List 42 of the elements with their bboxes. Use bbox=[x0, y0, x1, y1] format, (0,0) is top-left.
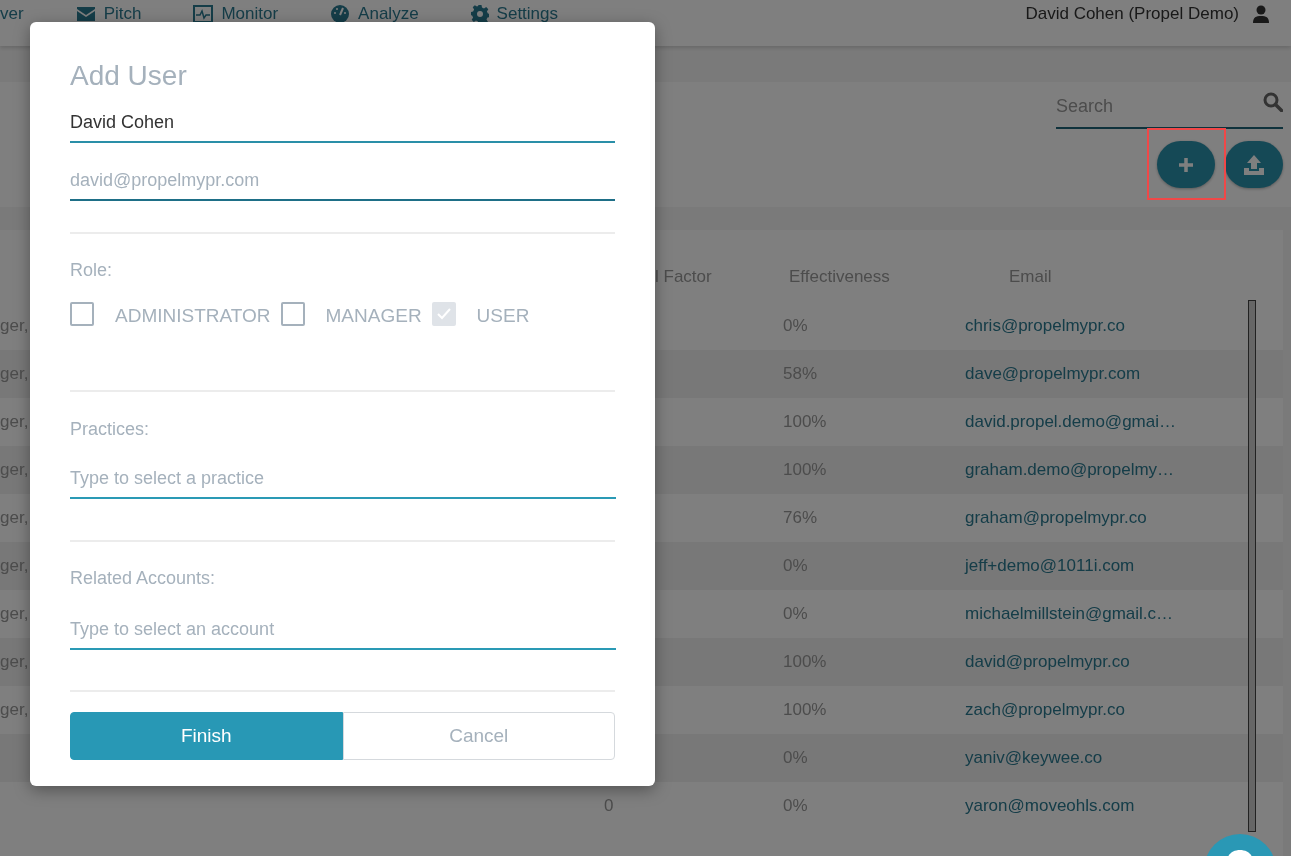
add-button[interactable] bbox=[1157, 141, 1215, 188]
email-link[interactable]: yaniv@keywee.co bbox=[965, 748, 1103, 768]
field-label: Role: bbox=[70, 259, 114, 281]
check-icon bbox=[436, 308, 451, 320]
upload-icon bbox=[1243, 153, 1265, 176]
checkbox-label: ADMINISTRATOR bbox=[115, 304, 271, 327]
email-link[interactable]: zach@propelmypr.co bbox=[965, 700, 1125, 720]
nav-link[interactable]: Monitor bbox=[193, 4, 279, 24]
practice-field[interactable]: Type to select a practice bbox=[70, 459, 616, 499]
user-icon bbox=[1253, 5, 1269, 23]
email-link[interactable]: david.propel.demo@gmai… bbox=[965, 412, 1176, 432]
email-link[interactable]: dave@propelmypr.com bbox=[965, 364, 1141, 384]
scrollbar[interactable] bbox=[1248, 300, 1256, 832]
monitor-icon bbox=[193, 5, 214, 23]
checkbox-label: MANAGER bbox=[325, 304, 422, 327]
email-link[interactable]: chris@propelmypr.co bbox=[965, 316, 1125, 336]
email-field[interactable]: david@propelmypr.com bbox=[70, 161, 615, 201]
field-label: Related Accounts: bbox=[70, 567, 217, 589]
envelope-icon bbox=[75, 6, 96, 22]
nav-link[interactable]: Pitch bbox=[75, 4, 142, 24]
nav-link[interactable]: Settings bbox=[470, 4, 559, 24]
name-field[interactable]: David Cohen bbox=[70, 103, 615, 143]
nav-link[interactable]: Analyze bbox=[330, 4, 419, 24]
nav-link[interactable]: ver bbox=[0, 4, 24, 24]
dialog-title: Add User bbox=[70, 59, 188, 93]
checkbox[interactable] bbox=[70, 302, 94, 326]
email-link[interactable]: graham@propelmypr.co bbox=[965, 508, 1147, 528]
account-field[interactable]: Type to select an account bbox=[70, 610, 616, 650]
email-link[interactable]: jeff+demo@1011i.com bbox=[965, 556, 1135, 576]
email-link[interactable]: david@propelmypr.co bbox=[965, 652, 1130, 672]
checkbox-label: USER bbox=[476, 304, 530, 327]
user-name[interactable]: David Cohen (Propel Demo) bbox=[1025, 4, 1239, 24]
upload-button[interactable] bbox=[1225, 141, 1283, 188]
plus-icon bbox=[1177, 155, 1195, 174]
email-link[interactable]: michaelmillstein@gmail.c… bbox=[965, 604, 1174, 624]
checkbox[interactable] bbox=[280, 302, 305, 326]
cancel-button[interactable]: Cancel bbox=[342, 712, 615, 760]
finish-button[interactable]: Finish bbox=[70, 712, 343, 760]
field-label: Practices: bbox=[70, 418, 151, 440]
email-link[interactable]: graham.demo@propelmy… bbox=[965, 460, 1175, 480]
email-link[interactable]: yaron@moveohls.com bbox=[965, 796, 1135, 816]
search-icon bbox=[1263, 92, 1283, 112]
